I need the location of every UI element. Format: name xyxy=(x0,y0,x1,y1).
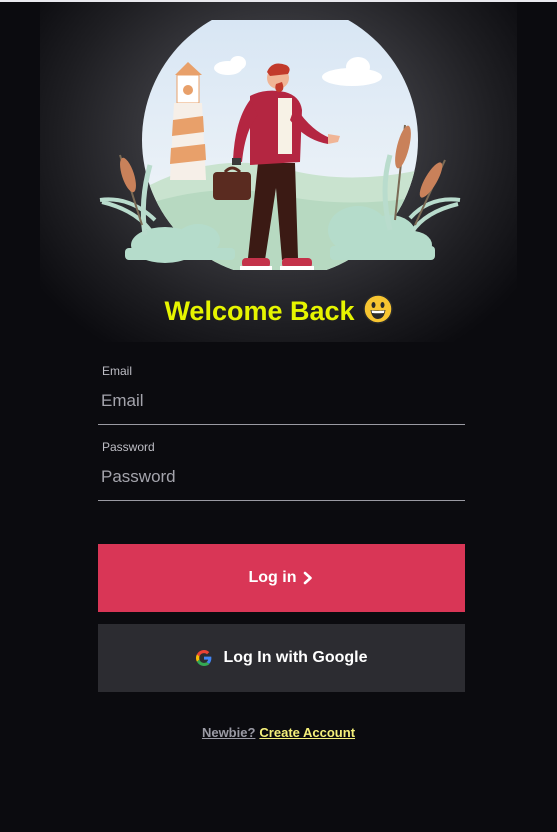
create-account-link[interactable]: Create Account xyxy=(259,725,355,740)
newbie-text: Newbie? xyxy=(201,725,256,740)
welcome-text: Welcome Back xyxy=(164,296,355,326)
password-underline xyxy=(98,500,465,501)
login-button[interactable]: Log in xyxy=(98,544,465,612)
google-button-label: Log In with Google xyxy=(223,649,368,666)
google-login-button[interactable]: Log In with Google xyxy=(98,624,465,692)
email-label: Email xyxy=(102,364,133,378)
password-field-group: Password xyxy=(98,440,468,506)
grinning-face-icon xyxy=(362,294,393,331)
hero-illustration xyxy=(99,20,461,270)
email-field-group: Email xyxy=(98,364,468,430)
signup-prompt: Newbie? Create Account xyxy=(0,725,557,740)
login-button-label: Log in xyxy=(248,569,297,586)
password-input[interactable] xyxy=(98,462,468,492)
email-input[interactable] xyxy=(98,386,468,416)
google-logo-icon xyxy=(195,650,212,666)
password-label: Password xyxy=(102,440,155,454)
page-title: Welcome Back xyxy=(0,294,557,331)
email-underline xyxy=(98,424,465,425)
chevron-right-icon xyxy=(302,571,314,585)
